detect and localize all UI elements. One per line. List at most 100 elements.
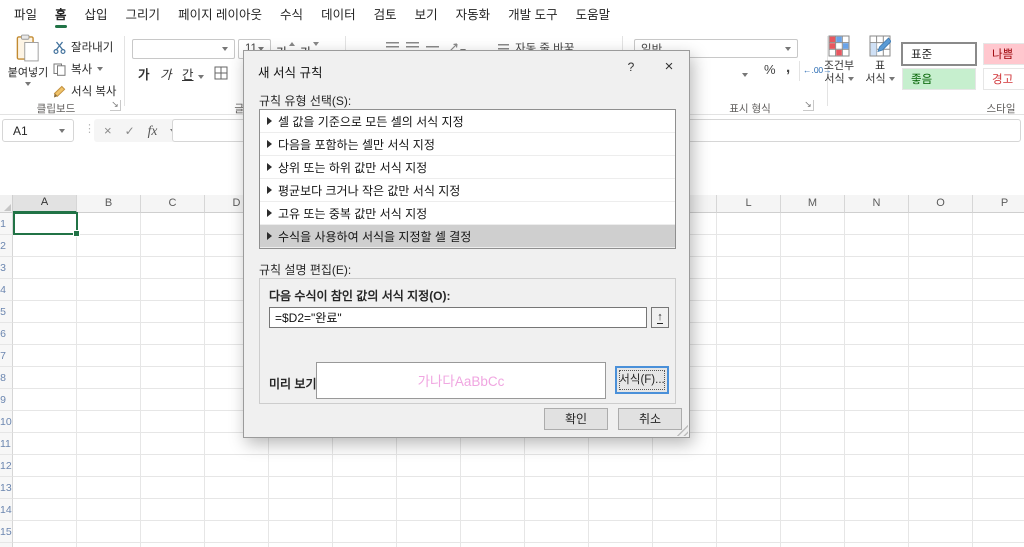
paste-dropdown-caret[interactable]	[25, 82, 31, 86]
grid-cell[interactable]	[141, 543, 205, 547]
grid-cell[interactable]	[13, 433, 77, 455]
font-name-combo[interactable]	[132, 39, 235, 59]
grid-cell[interactable]	[845, 433, 909, 455]
grid-cell[interactable]	[141, 499, 205, 521]
grid-cell[interactable]	[397, 543, 461, 547]
grid-cell[interactable]	[205, 521, 269, 543]
column-header[interactable]: A	[13, 195, 77, 213]
menu-tab[interactable]: 파일	[5, 0, 46, 31]
grid-cell[interactable]	[653, 455, 717, 477]
grid-cell[interactable]	[589, 521, 653, 543]
grid-cell[interactable]	[141, 345, 205, 367]
grid-cell[interactable]	[973, 213, 1024, 235]
grid-cell[interactable]	[525, 499, 589, 521]
grid-cell[interactable]	[909, 477, 973, 499]
menu-tab[interactable]: 데이터	[312, 0, 365, 31]
grid-cell[interactable]	[781, 301, 845, 323]
grid-cell[interactable]	[973, 301, 1024, 323]
refedit-collapse-button[interactable]: ↑	[651, 307, 669, 328]
cancel-button[interactable]: 취소	[618, 408, 682, 430]
grid-cell[interactable]	[77, 521, 141, 543]
row-header[interactable]: 10	[0, 411, 13, 433]
grid-cell[interactable]	[77, 235, 141, 257]
grid-cell[interactable]	[589, 477, 653, 499]
grid-cell[interactable]	[13, 521, 77, 543]
grid-cell[interactable]	[781, 455, 845, 477]
rule-type-item[interactable]: 평균보다 크거나 작은 값만 서식 지정	[260, 179, 675, 202]
number-dialog-launcher[interactable]: ↘	[803, 100, 814, 111]
grid-cell[interactable]	[141, 389, 205, 411]
rule-type-item[interactable]: 고유 또는 중복 값만 서식 지정	[260, 202, 675, 225]
column-header[interactable]: L	[717, 195, 781, 213]
row-header[interactable]: 13	[0, 477, 13, 499]
cut-button[interactable]: 잘라내기	[53, 37, 113, 57]
grid-cell[interactable]	[781, 257, 845, 279]
grid-cell[interactable]	[717, 499, 781, 521]
grid-cell[interactable]	[717, 345, 781, 367]
style-chip[interactable]: 경고	[983, 68, 1024, 90]
grid-cell[interactable]	[717, 389, 781, 411]
grid-cell[interactable]	[77, 279, 141, 301]
format-as-table-button[interactable]: 표 서식	[861, 35, 899, 86]
grid-cell[interactable]	[909, 411, 973, 433]
rule-formula-input[interactable]	[269, 307, 647, 328]
grid-cell[interactable]	[77, 433, 141, 455]
grid-cell[interactable]	[781, 543, 845, 547]
grid-cell[interactable]	[845, 257, 909, 279]
grid-cell[interactable]	[205, 499, 269, 521]
grid-cell[interactable]	[13, 389, 77, 411]
grid-cell[interactable]	[973, 477, 1024, 499]
grid-cell[interactable]	[461, 477, 525, 499]
grid-cell[interactable]	[973, 521, 1024, 543]
grid-cell[interactable]	[781, 345, 845, 367]
format-button[interactable]: 서식(F)...	[615, 366, 669, 394]
grid-cell[interactable]	[909, 499, 973, 521]
style-chip[interactable]: 나쁨	[983, 43, 1024, 65]
menu-tab[interactable]: 자동화	[447, 0, 500, 31]
grid-cell[interactable]	[589, 543, 653, 547]
menu-tab[interactable]: 홈	[46, 0, 76, 31]
row-header[interactable]: 12	[0, 455, 13, 477]
menu-tab[interactable]: 보기	[406, 0, 447, 31]
grid-cell[interactable]	[973, 279, 1024, 301]
grid-cell[interactable]	[13, 301, 77, 323]
ok-button[interactable]: 확인	[544, 408, 608, 430]
clipboard-dialog-launcher[interactable]: ↘	[110, 100, 121, 111]
copy-button[interactable]: 복사	[53, 59, 103, 79]
grid-cell[interactable]	[205, 543, 269, 547]
grid-cell[interactable]	[781, 389, 845, 411]
grid-cell[interactable]	[77, 411, 141, 433]
menu-tab[interactable]: 그리기	[117, 0, 170, 31]
column-header[interactable]: B	[77, 195, 141, 213]
grid-cell[interactable]	[909, 521, 973, 543]
menu-tab[interactable]: 삽입	[76, 0, 117, 31]
grid-cell[interactable]	[845, 279, 909, 301]
grid-cell[interactable]	[909, 543, 973, 547]
grid-cell[interactable]	[141, 433, 205, 455]
grid-cell[interactable]	[717, 521, 781, 543]
grid-cell[interactable]	[397, 499, 461, 521]
grid-cell[interactable]	[269, 477, 333, 499]
grid-cell[interactable]	[141, 411, 205, 433]
grid-cell[interactable]	[845, 213, 909, 235]
grid-cell[interactable]	[973, 499, 1024, 521]
grid-cell[interactable]	[845, 543, 909, 547]
grid-cell[interactable]	[269, 543, 333, 547]
grid-cell[interactable]	[461, 521, 525, 543]
grid-cell[interactable]	[781, 521, 845, 543]
grid-cell[interactable]	[141, 323, 205, 345]
grid-cell[interactable]	[845, 235, 909, 257]
grid-cell[interactable]	[717, 235, 781, 257]
grid-cell[interactable]	[845, 323, 909, 345]
grid-cell[interactable]	[77, 301, 141, 323]
grid-cell[interactable]	[909, 323, 973, 345]
grid-cell[interactable]	[141, 455, 205, 477]
bold-button[interactable]: 가	[138, 64, 150, 83]
rule-type-item[interactable]: 상위 또는 하위 값만 서식 지정	[260, 156, 675, 179]
grid-cell[interactable]	[589, 499, 653, 521]
row-header[interactable]: 8	[0, 367, 13, 389]
column-header[interactable]: C	[141, 195, 205, 213]
grid-cell[interactable]	[781, 323, 845, 345]
row-header[interactable]: 9	[0, 389, 13, 411]
grid-cell[interactable]	[845, 521, 909, 543]
